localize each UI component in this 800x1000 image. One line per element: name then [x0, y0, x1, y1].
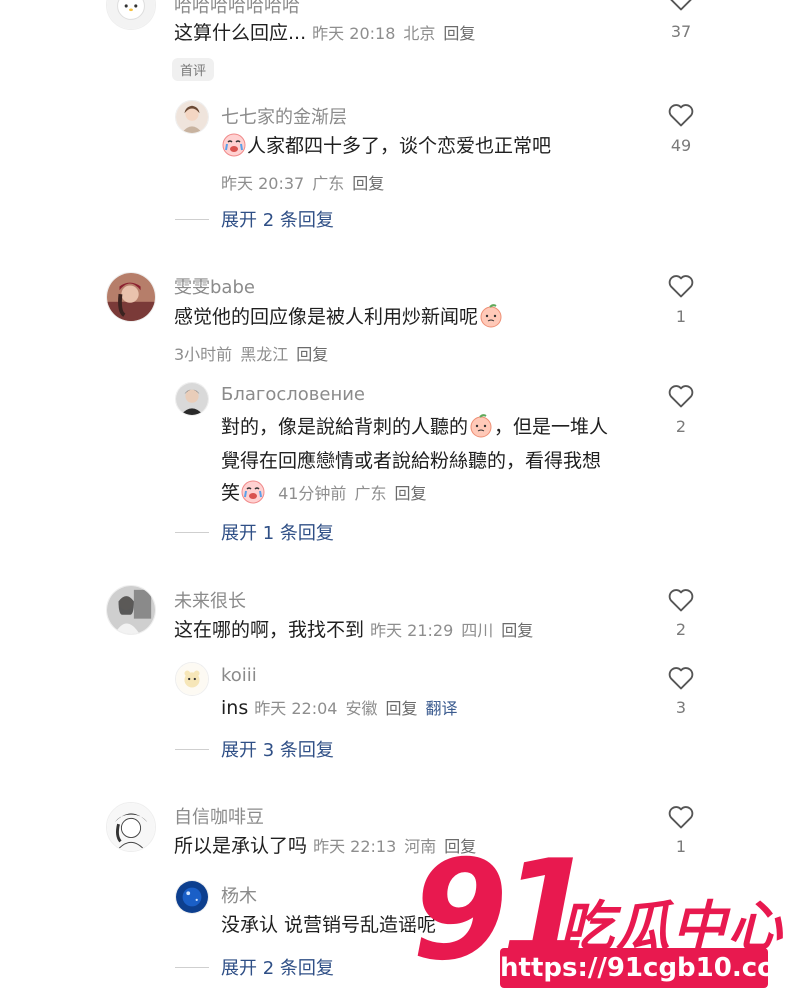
reply-location: 安徽: [345, 699, 378, 718]
reply-time: 昨天 22:04: [254, 699, 338, 718]
like-count: 1: [675, 837, 687, 856]
reply-username[interactable]: Благословение: [221, 384, 365, 405]
reply-button[interactable]: 回复: [394, 484, 426, 503]
avatar[interactable]: [106, 802, 156, 852]
comment-time: 昨天 20:18: [312, 24, 396, 43]
expand-replies-label: 展开 2 条回复: [221, 958, 334, 979]
reply-username[interactable]: 七七家的金渐层: [221, 103, 347, 129]
expand-replies-label: 展开 2 条回复: [221, 210, 334, 231]
reply-username[interactable]: koiii: [221, 665, 257, 686]
heart-outline-icon[interactable]: [667, 587, 695, 613]
watermark-url: https://91cgb10.com: [500, 948, 800, 988]
comment-time: 昨天 21:29: [370, 621, 454, 640]
like-count: 1: [675, 307, 687, 326]
heart-outline-icon[interactable]: [667, 0, 695, 12]
divider: [175, 748, 209, 750]
reply-text-line: 覺得在回應戀情或者說給粉絲聽的，看得我想: [221, 450, 602, 472]
reply-location: 广东: [312, 174, 345, 193]
comment-time: 昨天 22:13: [313, 837, 397, 856]
reply-body: 笑: [221, 482, 241, 504]
expand-replies-button[interactable]: 展开 2 条回复: [175, 954, 334, 980]
expand-replies-label: 展开 1 条回复: [221, 523, 334, 544]
reply-body: ins: [221, 697, 249, 719]
reply-button[interactable]: 回复: [352, 174, 384, 193]
divider: [175, 531, 209, 533]
reply-button[interactable]: 回复: [443, 24, 475, 43]
comment-meta: 昨天 21:29 四川 回复: [370, 621, 541, 640]
reply-meta: 41分钟前 广东 回复: [278, 484, 434, 503]
reply-body: 人家都四十多了，谈个恋爱也正常吧: [247, 135, 552, 157]
comment-username[interactable]: 自信咖啡豆: [174, 803, 264, 829]
heart-outline-icon[interactable]: [667, 665, 695, 691]
reply-time: 昨天 20:37: [221, 174, 305, 193]
avatar[interactable]: [106, 0, 156, 30]
reply-button[interactable]: 回复: [386, 699, 418, 718]
reply-text-line: 對的，像是說給背刺的人聽的 ，但是一堆人: [221, 411, 608, 443]
reply-time: 41分钟前: [278, 484, 347, 503]
heart-outline-icon[interactable]: [667, 804, 695, 830]
reply-location: 广东: [354, 484, 387, 503]
comment-location: 北京: [403, 24, 436, 43]
like-count: 37: [670, 22, 692, 41]
avatar[interactable]: [106, 585, 156, 635]
expand-replies-button[interactable]: 展开 3 条回复: [175, 736, 334, 762]
reply-meta: 昨天 22:04 安徽 回复 翻译: [254, 699, 465, 718]
heart-outline-icon[interactable]: [667, 102, 695, 128]
comment-meta: 3小时前 黑龙江 回复: [174, 341, 336, 365]
crying-emoji-icon: [221, 132, 247, 158]
comment-body: 所以是承认了吗: [174, 835, 308, 857]
avatar[interactable]: [175, 382, 209, 416]
comment-location: 黑龙江: [240, 345, 289, 364]
comment-body: 这在哪的啊，我找不到: [174, 619, 365, 641]
reply-text-line: 笑 41分钟前 广东 回复: [221, 477, 434, 510]
translate-button[interactable]: 翻译: [426, 699, 458, 718]
divider: [175, 966, 209, 968]
expand-replies-button[interactable]: 展开 2 条回复: [175, 206, 334, 232]
avatar[interactable]: [175, 880, 209, 914]
comment-body: 感觉他的回应像是被人利用炒新闻呢: [174, 306, 479, 328]
heart-outline-icon[interactable]: [667, 383, 695, 409]
reply-text: 没承认 说营销号乱造谣呢: [221, 914, 437, 936]
like-count: 3: [675, 698, 687, 717]
comment-text: 感觉他的回应像是被人利用炒新闻呢: [174, 301, 504, 333]
reply-meta: 昨天 20:37 广东 回复: [221, 170, 392, 194]
comment-username[interactable]: 哈哈哈哈哈哈哈: [174, 0, 300, 18]
reply-button[interactable]: 回复: [501, 621, 533, 640]
reply-text: 人家都四十多了，谈个恋爱也正常吧: [221, 130, 551, 162]
peach-emoji-icon: [478, 303, 504, 329]
reply-body: ，但是一堆人: [494, 416, 609, 438]
avatar[interactable]: [106, 272, 156, 322]
comment-body: 这算什么回应...: [174, 22, 307, 44]
heart-outline-icon[interactable]: [667, 273, 695, 299]
reply-username[interactable]: 杨木: [221, 882, 257, 908]
comment-text: 这算什么回应... 昨天 20:18 北京 回复: [174, 17, 483, 50]
like-count: 2: [675, 417, 687, 436]
avatar[interactable]: [175, 662, 209, 696]
crying-emoji-icon: [240, 479, 266, 505]
reply-text: ins 昨天 22:04 安徽 回复 翻译: [221, 692, 466, 725]
expand-replies-label: 展开 3 条回复: [221, 740, 334, 761]
reply-button[interactable]: 回复: [296, 345, 328, 364]
like-count: 49: [670, 136, 692, 155]
like-count: 2: [675, 620, 687, 639]
comment-location: 四川: [461, 621, 494, 640]
reply-body: 對的，像是說給背刺的人聽的: [221, 416, 469, 438]
first-comment-badge: 首评: [172, 58, 215, 81]
avatar[interactable]: [175, 100, 209, 134]
comment-meta: 昨天 20:18 北京 回复: [312, 24, 483, 43]
comment-text: 这在哪的啊，我找不到 昨天 21:29 四川 回复: [174, 614, 541, 647]
expand-replies-button[interactable]: 展开 1 条回复: [175, 519, 334, 545]
peach-emoji-icon: [468, 413, 494, 439]
comment-username[interactable]: 雯雯babe: [174, 273, 255, 299]
divider: [175, 218, 209, 220]
comment-time: 3小时前: [174, 345, 233, 364]
comment-username[interactable]: 未来很长: [174, 587, 246, 613]
